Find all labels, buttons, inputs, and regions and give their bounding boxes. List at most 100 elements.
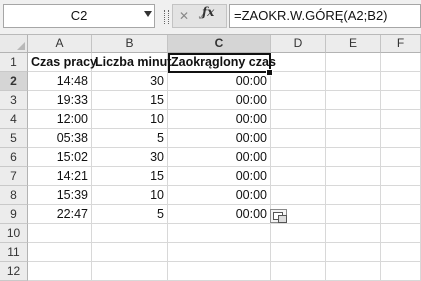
cell-e2[interactable] (326, 72, 381, 91)
column-header-e[interactable]: E (326, 35, 381, 53)
cell-b5[interactable]: 5 (92, 129, 168, 148)
cell-f10[interactable] (381, 224, 421, 243)
row-header-11[interactable]: 11 (0, 243, 28, 262)
cell-d4[interactable] (271, 110, 326, 129)
row-header-3[interactable]: 3 (0, 91, 28, 110)
cell-e1[interactable] (326, 53, 381, 72)
fill-handle[interactable] (266, 69, 273, 76)
cell-d7[interactable] (271, 167, 326, 186)
cell-e8[interactable] (326, 186, 381, 205)
cell-b10[interactable] (92, 224, 168, 243)
cell-d12[interactable] (271, 262, 326, 281)
cell-b6[interactable]: 30 (92, 148, 168, 167)
cell-f11[interactable] (381, 243, 421, 262)
formula-input[interactable]: =ZAOKR.W.GÓRĘ(A2;B2) (229, 4, 421, 28)
cell-e11[interactable] (326, 243, 381, 262)
cell-b8[interactable]: 10 (92, 186, 168, 205)
row-header-5[interactable]: 5 (0, 129, 28, 148)
cell-a12[interactable] (28, 262, 92, 281)
cell-c8[interactable]: 00:00 (168, 186, 271, 205)
cell-d3[interactable] (271, 91, 326, 110)
cell-c3[interactable]: 00:00 (168, 91, 271, 110)
chevron-down-icon[interactable] (144, 11, 152, 17)
cell-a4[interactable]: 12:00 (28, 110, 92, 129)
cell-c5[interactable]: 00:00 (168, 129, 271, 148)
cell-a2[interactable]: 14:48 (28, 72, 92, 91)
cell-d1[interactable] (271, 53, 326, 72)
cell-c4[interactable]: 00:00 (168, 110, 271, 129)
paste-options-icon-front (278, 215, 287, 223)
row-header-1[interactable]: 1 (0, 53, 28, 72)
cell-f2[interactable] (381, 72, 421, 91)
column-header-a[interactable]: A (28, 35, 92, 53)
column-header-d[interactable]: D (271, 35, 326, 53)
cell-e3[interactable] (326, 91, 381, 110)
cell-f6[interactable] (381, 148, 421, 167)
cell-e7[interactable] (326, 167, 381, 186)
cell-e10[interactable] (326, 224, 381, 243)
row-header-4[interactable]: 4 (0, 110, 28, 129)
cancel-icon[interactable]: ✕ (177, 9, 191, 23)
cell-b9[interactable]: 5 (92, 205, 168, 224)
cell-a5[interactable]: 05:38 (28, 129, 92, 148)
row-header-12[interactable]: 12 (0, 262, 28, 281)
cell-b3[interactable]: 15 (92, 91, 168, 110)
cell-c9[interactable]: 00:00 (168, 205, 271, 224)
cell-f5[interactable] (381, 129, 421, 148)
cell-f1[interactable] (381, 53, 421, 72)
cell-b7[interactable]: 15 (92, 167, 168, 186)
cell-c12[interactable] (168, 262, 271, 281)
cell-e4[interactable] (326, 110, 381, 129)
cell-b2[interactable]: 30 (92, 72, 168, 91)
cell-b12[interactable] (92, 262, 168, 281)
cell-c7[interactable]: 00:00 (168, 167, 271, 186)
cell-a8[interactable]: 15:39 (28, 186, 92, 205)
cell-c10[interactable] (168, 224, 271, 243)
cell-b11[interactable] (92, 243, 168, 262)
cell-e12[interactable] (326, 262, 381, 281)
cell-b4[interactable]: 10 (92, 110, 168, 129)
insert-function-icon[interactable]: fx (202, 5, 214, 19)
cell-f8[interactable] (381, 186, 421, 205)
cell-d10[interactable] (271, 224, 326, 243)
cell-e6[interactable] (326, 148, 381, 167)
cell-e5[interactable] (326, 129, 381, 148)
cell-f4[interactable] (381, 110, 421, 129)
row-header-10[interactable]: 10 (0, 224, 28, 243)
cell-a9[interactable]: 22:47 (28, 205, 92, 224)
cell-c11[interactable] (168, 243, 271, 262)
cell-a10[interactable] (28, 224, 92, 243)
cell-e9[interactable] (326, 205, 381, 224)
cell-c6[interactable]: 00:00 (168, 148, 271, 167)
name-box[interactable]: C2 (3, 4, 155, 28)
cell-d11[interactable] (271, 243, 326, 262)
cell-a1[interactable]: Czas pracy (28, 53, 97, 72)
cell-d8[interactable] (271, 186, 326, 205)
formula-bar-grip[interactable] (164, 10, 169, 24)
row-header-6[interactable]: 6 (0, 148, 28, 167)
cell-f12[interactable] (381, 262, 421, 281)
cell-d6[interactable] (271, 148, 326, 167)
cell-f7[interactable] (381, 167, 421, 186)
cell-b1[interactable]: Liczba minut (92, 53, 171, 72)
cell-d2[interactable] (271, 72, 326, 91)
select-all-corner[interactable] (0, 35, 28, 53)
cell-d5[interactable] (271, 129, 326, 148)
row-header-9[interactable]: 9 (0, 205, 28, 224)
cell-c1[interactable]: Zaokrąglony czas (168, 53, 276, 72)
cell-f3[interactable] (381, 91, 421, 110)
cell-a7[interactable]: 14:21 (28, 167, 92, 186)
column-header-c[interactable]: C (168, 35, 271, 53)
cell-a11[interactable] (28, 243, 92, 262)
formula-buttons: ✕ ✓ (172, 4, 227, 28)
row-header-2[interactable]: 2 (0, 72, 28, 91)
cell-a3[interactable]: 19:33 (28, 91, 92, 110)
row-header-8[interactable]: 8 (0, 186, 28, 205)
paste-options-icon[interactable] (270, 209, 287, 223)
column-header-b[interactable]: B (92, 35, 168, 53)
cell-a6[interactable]: 15:02 (28, 148, 92, 167)
column-header-f[interactable]: F (381, 35, 421, 53)
cell-c2[interactable]: 00:00 (168, 72, 271, 91)
cell-f9[interactable] (381, 205, 421, 224)
row-header-7[interactable]: 7 (0, 167, 28, 186)
